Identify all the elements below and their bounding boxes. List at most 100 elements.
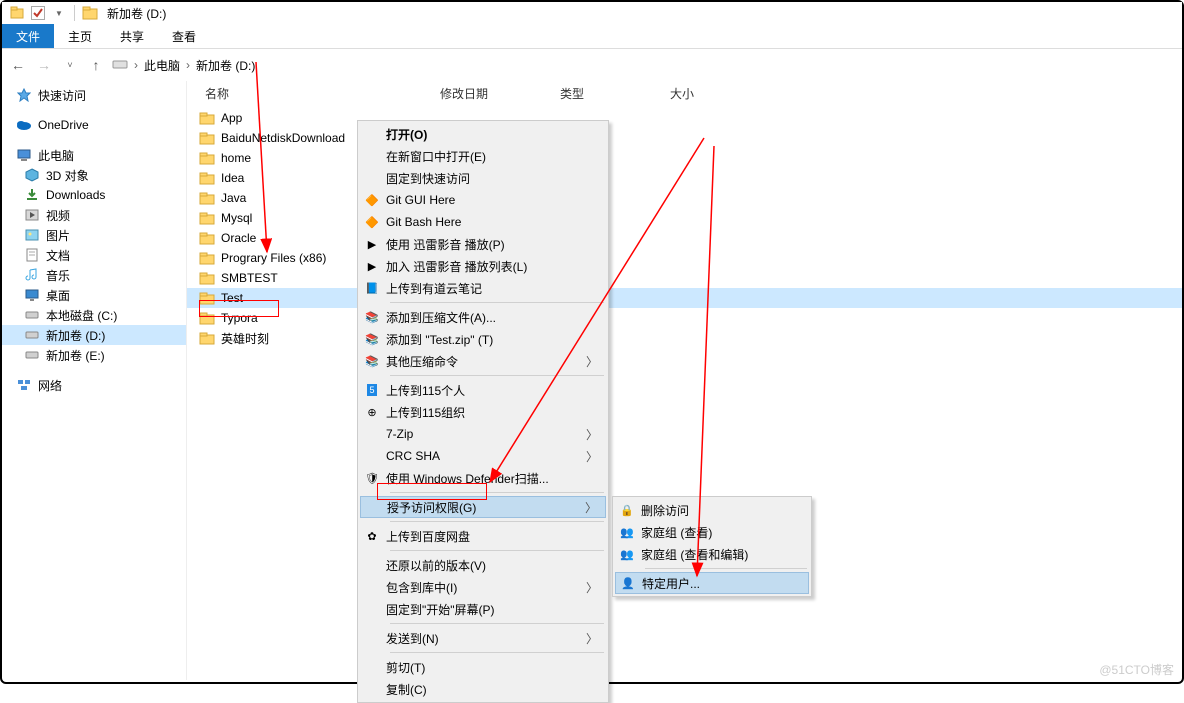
submenu-item[interactable]: 👤特定用户...	[615, 572, 809, 594]
drive-small-icon	[112, 58, 128, 73]
chevron-right-icon: 〉	[586, 353, 598, 370]
list-item[interactable]: Java	[187, 188, 1182, 208]
menu-item[interactable]: 包含到库中(I)〉	[360, 576, 606, 598]
sidebar-item-videos[interactable]: 视频	[2, 205, 186, 225]
list-item[interactable]: home	[187, 148, 1182, 168]
menu-item[interactable]: 还原以前的版本(V)	[360, 554, 606, 576]
menu-item[interactable]: 🔶Git Bash Here	[360, 211, 606, 233]
list-item[interactable]: 英雄时刻	[187, 328, 1182, 348]
sidebar-item-drive-e[interactable]: 新加卷 (E:)	[2, 345, 186, 365]
menu-item[interactable]: 打开(O)	[360, 123, 606, 145]
list-item[interactable]: Idea	[187, 168, 1182, 188]
context-menu: 打开(O)在新窗口中打开(E)固定到快速访问🔶Git GUI Here🔶Git …	[357, 120, 609, 703]
menu-icon	[364, 659, 380, 675]
menu-icon	[364, 579, 380, 595]
submenu-item[interactable]: 👥家庭组 (查看和编辑)	[615, 543, 809, 565]
column-size[interactable]: 大小	[670, 85, 750, 102]
list-item[interactable]: Typora	[187, 308, 1182, 328]
menu-item[interactable]: 固定到快速访问	[360, 167, 606, 189]
sidebar-item-music[interactable]: 音乐	[2, 265, 186, 285]
sidebar-quick-access[interactable]: 快速访问	[2, 85, 186, 105]
sidebar-onedrive[interactable]: OneDrive	[2, 115, 186, 135]
list-item[interactable]: Prograry Files (x86)	[187, 248, 1182, 268]
menu-item[interactable]: 复制(C)	[360, 678, 606, 700]
tab-file[interactable]: 文件	[2, 24, 54, 48]
list-item[interactable]: Oracle	[187, 228, 1182, 248]
recent-dropdown[interactable]: ˅	[60, 60, 80, 70]
address-bar[interactable]: › 此电脑 › 新加卷 (D:)	[112, 57, 255, 74]
ribbon-tabs: 文件 主页 共享 查看	[2, 24, 1182, 49]
column-name[interactable]: 名称	[205, 85, 430, 102]
menu-icon: ▶	[364, 258, 380, 274]
menu-item[interactable]: 5上传到115个人	[360, 379, 606, 401]
menu-item[interactable]: 剪切(T)	[360, 656, 606, 678]
sidebar: 快速访问 OneDrive 此电脑 3D 对象 Downloads 视频 图片 …	[2, 81, 187, 680]
column-type[interactable]: 类型	[560, 85, 660, 102]
forward-button[interactable]: →	[34, 57, 54, 73]
chevron-right-icon: 〉	[586, 630, 598, 647]
chevron-right-icon: 〉	[585, 499, 597, 516]
menu-item[interactable]: 📚添加到压缩文件(A)...	[360, 306, 606, 328]
menu-item[interactable]: 📚添加到 "Test.zip" (T)	[360, 328, 606, 350]
menu-icon: 📚	[364, 353, 380, 369]
tab-share[interactable]: 共享	[106, 24, 158, 48]
submenu-item[interactable]: 🔒删除访问	[615, 499, 809, 521]
video-icon	[24, 207, 40, 223]
column-date[interactable]: 修改日期	[440, 85, 550, 102]
menu-item[interactable]: 在新窗口中打开(E)	[360, 145, 606, 167]
menu-icon: 🔶	[364, 192, 380, 208]
title-bar: ▼ 新加卷 (D:)	[2, 2, 1182, 24]
sidebar-item-drive-c[interactable]: 本地磁盘 (C:)	[2, 305, 186, 325]
list-item[interactable]: App	[187, 108, 1182, 128]
menu-item[interactable]: ⊕上传到115组织	[360, 401, 606, 423]
menu-item[interactable]: ▶加入 迅雷影音 播放列表(L)	[360, 255, 606, 277]
sidebar-this-pc[interactable]: 此电脑	[2, 145, 186, 165]
watermark: @51CTO博客	[1099, 661, 1174, 678]
menu-item[interactable]: 7-Zip〉	[360, 423, 606, 445]
folder-icon	[82, 5, 98, 21]
list-item[interactable]: Test	[187, 288, 1182, 308]
tab-view[interactable]: 查看	[158, 24, 210, 48]
sidebar-item-documents[interactable]: 文档	[2, 245, 186, 265]
tab-home[interactable]: 主页	[54, 24, 106, 48]
menu-item[interactable]: CRC SHA〉	[360, 445, 606, 467]
sidebar-item-pictures[interactable]: 图片	[2, 225, 186, 245]
menu-icon: 🔶	[364, 214, 380, 230]
sidebar-network[interactable]: 网络	[2, 375, 186, 395]
menu-item[interactable]: ▶使用 迅雷影音 播放(P)	[360, 233, 606, 255]
menu-item[interactable]: ✿上传到百度网盘	[360, 525, 606, 547]
list-item[interactable]: SMBTEST	[187, 268, 1182, 288]
sidebar-item-desktop[interactable]: 桌面	[2, 285, 186, 305]
menu-item[interactable]: 授予访问权限(G)〉	[360, 496, 606, 518]
up-button[interactable]: ↑	[86, 57, 106, 73]
folder-icon	[199, 230, 215, 246]
menu-icon: 👤	[620, 575, 636, 591]
menu-item[interactable]: 发送到(N)〉	[360, 627, 606, 649]
sidebar-item-3d[interactable]: 3D 对象	[2, 165, 186, 185]
list-item[interactable]: BaiduNetdiskDownload	[187, 128, 1182, 148]
dropdown-icon[interactable]: ▼	[51, 5, 67, 21]
menu-item[interactable]: 🔶Git GUI Here	[360, 189, 606, 211]
breadcrumb-drive[interactable]: 新加卷 (D:)	[196, 57, 255, 74]
document-icon	[24, 247, 40, 263]
chevron-right-icon: 〉	[586, 426, 598, 443]
menu-item[interactable]: 📚其他压缩命令〉	[360, 350, 606, 372]
menu-item[interactable]: 📘上传到有道云笔记	[360, 277, 606, 299]
folder-icon	[199, 150, 215, 166]
sidebar-item-drive-d[interactable]: 新加卷 (D:)	[2, 325, 186, 345]
checkbox-icon[interactable]	[31, 6, 45, 20]
menu-item[interactable]: 🛡使用 Windows Defender扫描...	[360, 467, 606, 489]
breadcrumb-pc[interactable]: 此电脑	[144, 57, 180, 74]
back-button[interactable]: ←	[8, 57, 28, 73]
menu-icon	[364, 448, 380, 464]
sidebar-item-downloads[interactable]: Downloads	[2, 185, 186, 205]
list-item[interactable]: Mysql	[187, 208, 1182, 228]
menu-icon	[364, 148, 380, 164]
cloud-icon	[16, 117, 32, 133]
folder-icon	[199, 330, 215, 346]
menu-item[interactable]: 固定到"开始"屏幕(P)	[360, 598, 606, 620]
download-icon	[24, 187, 40, 203]
submenu-item[interactable]: 👥家庭组 (查看)	[615, 521, 809, 543]
menu-icon: ▶	[364, 236, 380, 252]
chevron-right-icon: 〉	[586, 448, 598, 465]
